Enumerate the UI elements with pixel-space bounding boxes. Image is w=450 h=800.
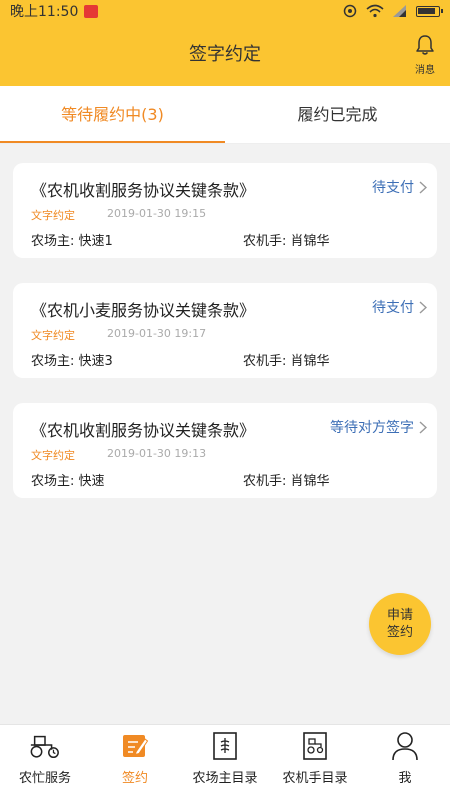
farmer-name: 农场主: 快速3 <box>31 354 113 369</box>
nav-label: 农忙服务 <box>18 771 71 786</box>
contract-status-label: 待支付 <box>372 300 414 316</box>
status-bar: 晚上11:50 <box>0 0 450 22</box>
contract-meta: 文字约定 2019-01-30 19:15 <box>31 207 423 223</box>
nav-label: 签约 <box>121 771 148 786</box>
contract-status-label: 等待对方签字 <box>330 420 414 436</box>
message-label: 消息 <box>415 65 435 76</box>
signal-icon <box>393 5 406 17</box>
apply-sign-line1: 申请 <box>386 608 413 623</box>
apply-sign-button[interactable]: 申请 签约 <box>369 593 431 655</box>
contract-card[interactable]: 《农机小麦服务协议关键条款》 待支付 文字约定 2019-01-30 19:17… <box>13 283 437 378</box>
notification-app-icon <box>84 4 99 18</box>
contract-date: 2019-01-30 19:13 <box>107 447 207 460</box>
contract-date: 2019-01-30 19:15 <box>107 207 207 220</box>
contract-card[interactable]: 《农机收割服务协议关键条款》 等待对方签字 文字约定 2019-01-30 19… <box>13 403 437 498</box>
bottom-nav: 农忙服务 签约 农场主目录 农机手目录 我 <box>0 724 450 800</box>
contract-title: 《农机小麦服务协议关键条款》 <box>31 301 256 320</box>
nav-me[interactable]: 我 <box>360 725 450 800</box>
hotspot-icon <box>343 4 357 18</box>
contract-parties: 农场主: 快速3 农机手: 肖锦华 <box>31 350 423 369</box>
nav-sign[interactable]: 签约 <box>90 725 180 800</box>
person-icon <box>389 731 421 761</box>
contract-type-tag: 文字约定 <box>31 329 75 342</box>
message-button[interactable]: 消息 <box>410 34 440 76</box>
farmer-name: 农场主: 快速 <box>31 474 105 489</box>
contract-status[interactable]: 等待对方签字 <box>330 417 427 437</box>
bell-icon <box>416 35 434 55</box>
tractor-icon <box>29 731 61 761</box>
contract-type-tag: 文字约定 <box>31 209 75 222</box>
contract-parties: 农场主: 快速 农机手: 肖锦华 <box>31 470 423 489</box>
farmer-directory-icon <box>209 731 241 761</box>
chevron-right-icon <box>419 300 427 314</box>
status-icons <box>343 4 443 18</box>
nav-busy-service[interactable]: 农忙服务 <box>0 725 90 800</box>
sign-icon <box>119 731 151 761</box>
apply-sign-line2: 签约 <box>386 625 413 640</box>
app-header: 晚上11:50 签字约定 消息 <box>0 0 450 86</box>
contract-meta: 文字约定 2019-01-30 19:13 <box>31 447 423 463</box>
operator-directory-icon <box>299 731 331 761</box>
contract-status-label: 待支付 <box>372 180 414 196</box>
nav-label: 农场主目录 <box>192 771 258 786</box>
contract-status[interactable]: 待支付 <box>372 297 427 317</box>
status-time: 晚上11:50 <box>10 4 79 20</box>
contract-status[interactable]: 待支付 <box>372 177 427 197</box>
contract-date: 2019-01-30 19:17 <box>107 327 207 340</box>
wifi-icon <box>366 4 384 18</box>
nav-operator-directory[interactable]: 农机手目录 <box>270 725 360 800</box>
contract-card[interactable]: 《农机收割服务协议关键条款》 待支付 文字约定 2019-01-30 19:15… <box>13 163 437 258</box>
contract-title: 《农机收割服务协议关键条款》 <box>31 181 256 200</box>
chevron-right-icon <box>419 420 427 434</box>
tab-pending[interactable]: 等待履约中(3) <box>0 86 225 143</box>
tab-completed[interactable]: 履约已完成 <box>225 86 450 143</box>
chevron-right-icon <box>419 180 427 194</box>
nav-label: 农机手目录 <box>282 771 348 786</box>
nav-label: 我 <box>398 771 412 786</box>
contract-parties: 农场主: 快速1 农机手: 肖锦华 <box>31 230 423 249</box>
operator-name: 农机手: 肖锦华 <box>243 354 330 369</box>
farmer-name: 农场主: 快速1 <box>31 234 113 249</box>
tab-bar: 等待履约中(3) 履约已完成 <box>0 86 450 144</box>
page-title: 签字约定 <box>189 44 261 65</box>
contract-list: 《农机收割服务协议关键条款》 待支付 文字约定 2019-01-30 19:15… <box>13 163 437 523</box>
contract-meta: 文字约定 2019-01-30 19:17 <box>31 327 423 343</box>
operator-name: 农机手: 肖锦华 <box>243 234 330 249</box>
nav-farmer-directory[interactable]: 农场主目录 <box>180 725 270 800</box>
operator-name: 农机手: 肖锦华 <box>243 474 330 489</box>
contract-type-tag: 文字约定 <box>31 449 75 462</box>
battery-icon <box>416 5 443 17</box>
